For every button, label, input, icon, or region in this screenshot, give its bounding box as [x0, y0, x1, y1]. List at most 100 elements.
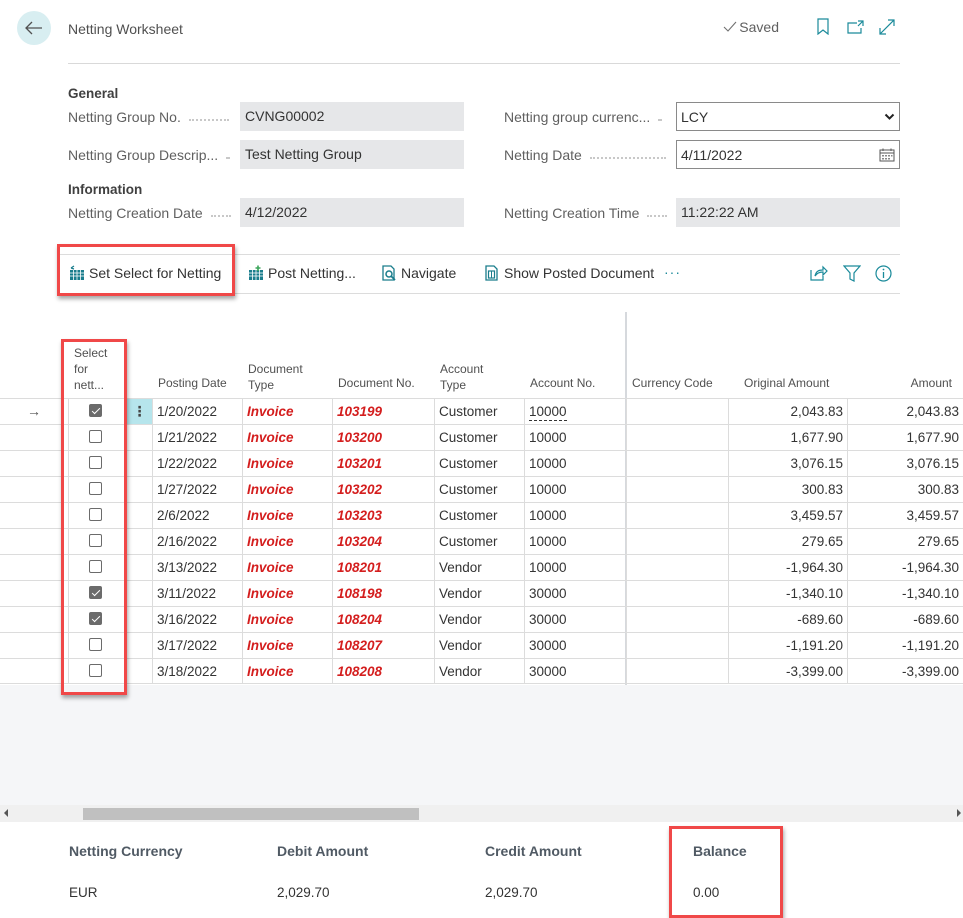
cell-currency	[626, 581, 728, 606]
select-for-netting-checkbox[interactable]	[89, 612, 102, 625]
table-row[interactable]: 1/27/2022 Invoice 103202 Customer 10000 300.8…	[0, 476, 963, 502]
open-new-window-button[interactable]	[839, 19, 871, 34]
more-actions-button[interactable]: ···	[664, 264, 681, 280]
cell-amount: 300.83	[847, 477, 963, 502]
calendar-icon[interactable]	[879, 148, 895, 162]
cell-acct-no[interactable]: 30000	[524, 633, 626, 658]
table-row[interactable]: 2/6/2022 Invoice 103203 Customer 10000 3,459.…	[0, 502, 963, 528]
cell-acct-no[interactable]: 10000	[524, 451, 626, 476]
action-bar-bottom-border	[57, 293, 900, 294]
cell-amount: 3,076.15	[847, 451, 963, 476]
table-row[interactable]: 2/16/2022 Invoice 103204 Customer 10000 279.6…	[0, 528, 963, 554]
back-button[interactable]	[17, 11, 51, 45]
cell-acct-no[interactable]: 30000	[524, 607, 626, 632]
col-header-line: nett...	[74, 378, 105, 392]
info-button[interactable]	[875, 265, 892, 285]
row-actions-menu-icon[interactable]: ⋮	[127, 399, 152, 424]
col-header-original-amount[interactable]: Original Amount	[744, 375, 829, 391]
cell-acct-no[interactable]: 10000	[524, 477, 626, 502]
bookmark-icon	[817, 18, 829, 35]
select-for-netting-checkbox[interactable]	[89, 456, 102, 469]
cell-amount: -1,964.30	[847, 555, 963, 580]
netting-date-input[interactable]: 4/11/2022	[676, 140, 900, 169]
col-header-account-no[interactable]: Account No.	[530, 375, 595, 391]
netting-group-no-field: CVNG00002	[240, 102, 464, 131]
expand-button[interactable]	[871, 18, 903, 35]
current-row-arrow-icon: →	[27, 403, 41, 419]
cell-doc-no[interactable]: 108208	[332, 659, 434, 684]
cell-posting-date: 3/11/2022	[152, 581, 242, 606]
cell-doc-no[interactable]: 108207	[332, 633, 434, 658]
cell-doc-no[interactable]: 103204	[332, 529, 434, 554]
scroll-left-arrow[interactable]	[4, 809, 8, 817]
table-row[interactable]: → ⋮ 1/20/2022 Invoice 103199 Customer 10000 2,0…	[0, 398, 963, 424]
cell-doc-no[interactable]: 103201	[332, 451, 434, 476]
cell-acct-no[interactable]: 10000	[524, 425, 626, 450]
col-header-line: Document	[248, 362, 303, 376]
col-header-select-for-netting[interactable]: Select for nett...	[74, 345, 107, 393]
col-header-document-type[interactable]: Document Type	[248, 361, 303, 393]
cell-doc-no[interactable]: 103202	[332, 477, 434, 502]
set-select-for-netting-button[interactable]: Set Select for Netting	[69, 265, 221, 281]
select-for-netting-checkbox[interactable]	[89, 586, 102, 599]
select-for-netting-checkbox[interactable]	[89, 534, 102, 547]
cell-doc-no[interactable]: 103200	[332, 425, 434, 450]
filter-button[interactable]	[842, 265, 862, 285]
netting-group-currency-select[interactable]: LCY	[676, 102, 900, 131]
cell-doc-type: Invoice	[242, 425, 332, 450]
cell-doc-no[interactable]: 103203	[332, 503, 434, 528]
bookmark-button[interactable]	[807, 18, 839, 35]
share-button[interactable]	[810, 265, 828, 284]
post-netting-button[interactable]: Post Netting...	[248, 265, 356, 281]
show-posted-document-label: Show Posted Document	[504, 265, 655, 281]
col-header-currency-code[interactable]: Currency Code	[632, 375, 713, 391]
table-row[interactable]: 1/22/2022 Invoice 103201 Customer 10000 3,076…	[0, 450, 963, 476]
netting-creation-date-label: Netting Creation Date	[68, 205, 231, 221]
cell-acct-no[interactable]: 10000	[524, 555, 626, 580]
cell-doc-no[interactable]: 108201	[332, 555, 434, 580]
select-for-netting-checkbox[interactable]	[89, 664, 102, 677]
highlight-balance	[669, 826, 783, 918]
cell-acct-no[interactable]: 10000	[524, 503, 626, 528]
col-header-document-no[interactable]: Document No.	[338, 375, 415, 391]
select-for-netting-checkbox[interactable]	[89, 430, 102, 443]
cell-acct-type: Customer	[434, 451, 524, 476]
navigate-button[interactable]: Navigate	[381, 265, 456, 281]
page-title: Netting Worksheet	[68, 21, 183, 37]
table-row[interactable]: 3/16/2022 Invoice 108204 Vendor 30000 -689.60…	[0, 606, 963, 632]
post-netting-label: Post Netting...	[268, 265, 356, 281]
netting-creation-date-field: 4/12/2022	[240, 198, 464, 227]
scroll-right-arrow[interactable]	[957, 809, 961, 817]
netting-group-currency-value: LCY	[681, 108, 709, 125]
table-row[interactable]: 3/13/2022 Invoice 108201 Vendor 10000 -1,964.…	[0, 554, 963, 580]
cell-acct-no[interactable]: 30000	[524, 659, 626, 684]
cell-acct-no[interactable]: 10000	[524, 529, 626, 554]
cell-currency	[626, 425, 728, 450]
select-for-netting-checkbox[interactable]	[89, 404, 102, 417]
horizontal-scrollbar[interactable]	[0, 805, 963, 822]
table-row[interactable]: 3/11/2022 Invoice 108198 Vendor 30000 -1,340.…	[0, 580, 963, 606]
select-for-netting-checkbox[interactable]	[89, 482, 102, 495]
scrollbar-thumb[interactable]	[83, 808, 419, 820]
cell-acct-no[interactable]: 10000	[524, 399, 626, 424]
expand-icon	[879, 18, 895, 35]
col-header-account-type[interactable]: Account Type	[440, 361, 483, 393]
select-for-netting-checkbox[interactable]	[89, 560, 102, 573]
table-row[interactable]: 1/21/2022 Invoice 103200 Customer 10000 1,677…	[0, 424, 963, 450]
cell-original-amount: 3,459.57	[728, 503, 847, 528]
cell-doc-no[interactable]: 108198	[332, 581, 434, 606]
table-row[interactable]: 3/17/2022 Invoice 108207 Vendor 30000 -1,191.…	[0, 632, 963, 658]
netting-group-no-label-text: Netting Group No.	[68, 109, 181, 125]
account-no-link[interactable]: 10000	[529, 404, 567, 421]
cell-doc-no[interactable]: 108204	[332, 607, 434, 632]
section-general: General	[68, 86, 119, 101]
col-header-amount[interactable]: Amount	[911, 375, 952, 391]
col-header-posting-date[interactable]: Posting Date	[158, 375, 227, 391]
cell-doc-no[interactable]: 103199	[332, 399, 434, 424]
cell-acct-no[interactable]: 30000	[524, 581, 626, 606]
cell-original-amount: -1,340.10	[728, 581, 847, 606]
show-posted-document-button[interactable]: Show Posted Document	[484, 265, 654, 281]
select-for-netting-checkbox[interactable]	[89, 508, 102, 521]
table-row[interactable]: 3/18/2022 Invoice 108208 Vendor 30000 -3,399.…	[0, 658, 963, 684]
select-for-netting-checkbox[interactable]	[89, 638, 102, 651]
